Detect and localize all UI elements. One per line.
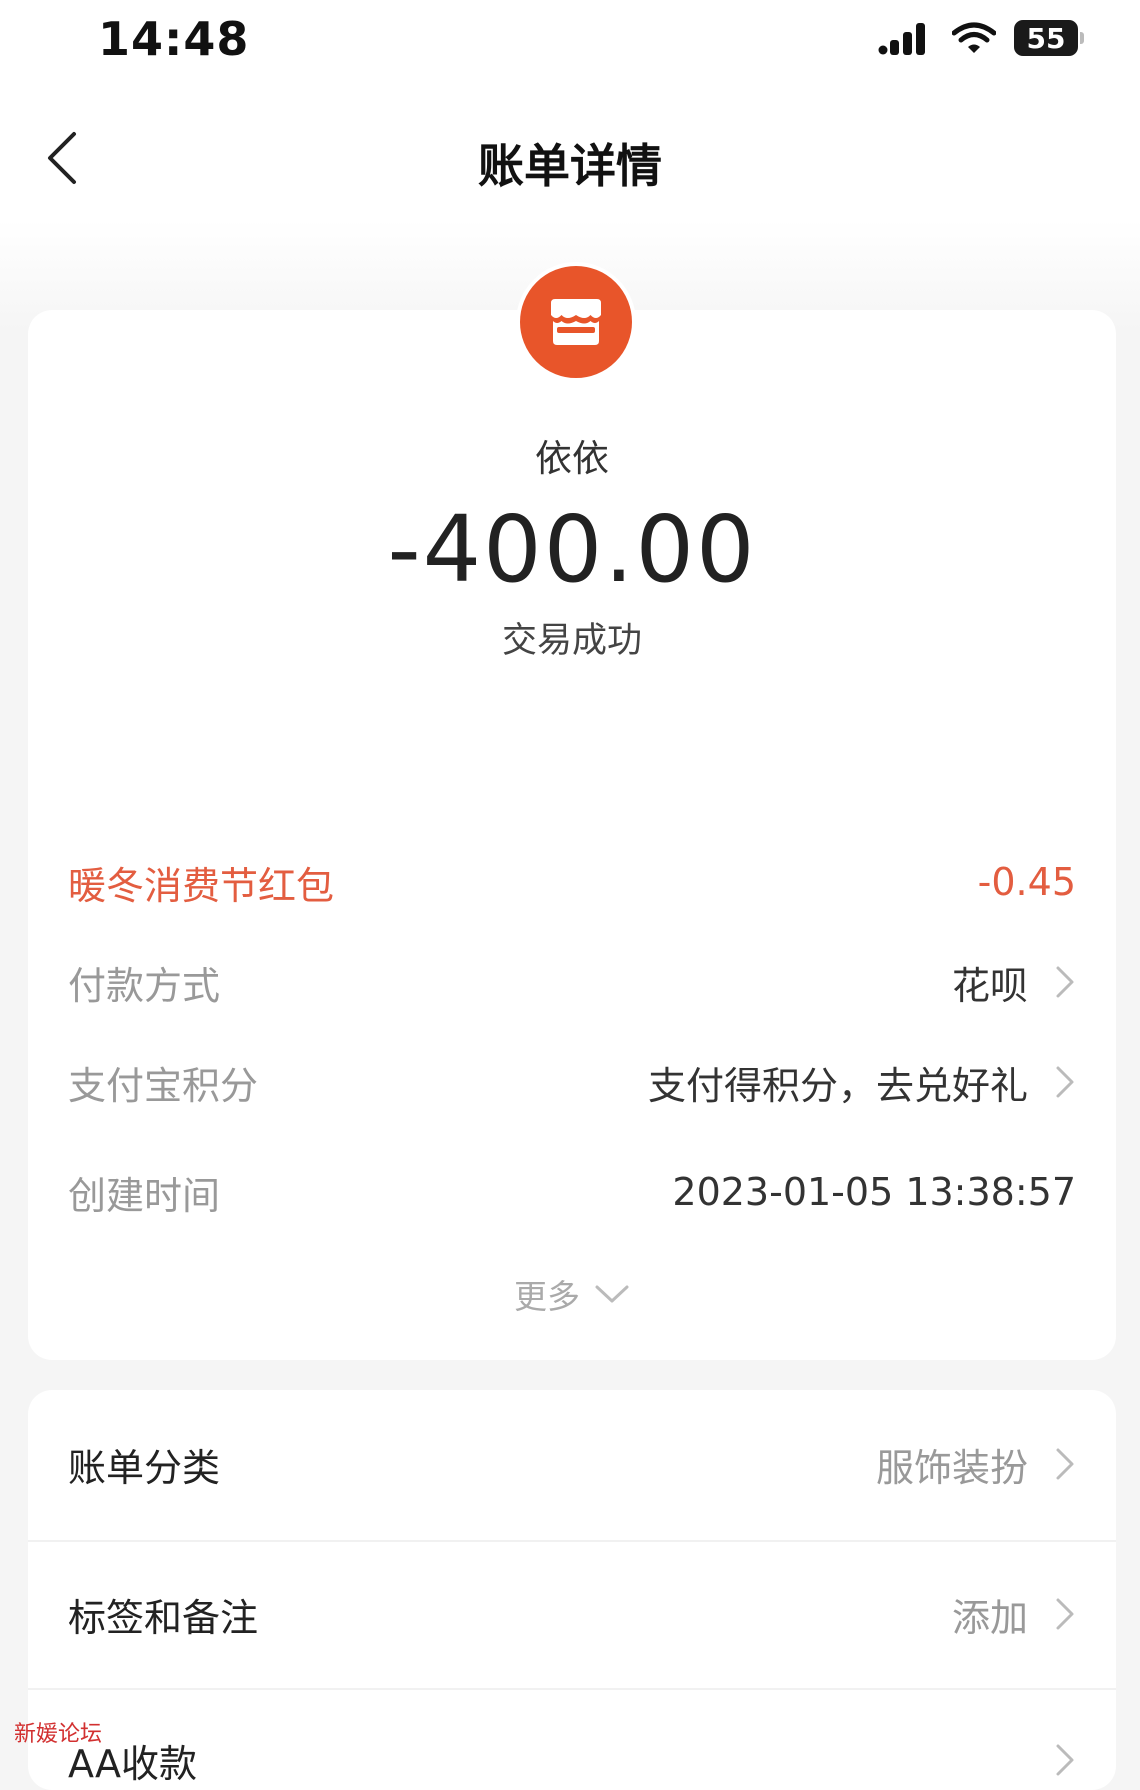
- bill-category-row[interactable]: 账单分类 服饰装扮: [68, 1434, 1076, 1494]
- store-icon: [551, 299, 601, 345]
- bill-category-text: 服饰装扮: [875, 1445, 1028, 1490]
- chevron-right-icon: [1056, 1598, 1074, 1630]
- red-packet-row: 暖冬消费节红包 -0.45: [68, 852, 1076, 912]
- red-packet-value: -0.45: [977, 860, 1076, 904]
- created-time-value: 2023-01-05 13:38:57: [672, 1170, 1076, 1214]
- payment-method-text: 花呗: [951, 963, 1028, 1008]
- tags-notes-row[interactable]: 标签和备注 添加: [68, 1584, 1076, 1644]
- payment-method-label: 付款方式: [68, 963, 221, 1008]
- more-label: 更多: [514, 1277, 580, 1316]
- watermark: 新媛论坛: [14, 1722, 103, 1747]
- red-packet-label: 暖冬消费节红包: [68, 863, 335, 908]
- divider: [28, 1540, 1116, 1542]
- bill-category-label: 账单分类: [68, 1445, 221, 1490]
- signal-icon: [878, 23, 925, 55]
- status-time: 14:48: [98, 12, 250, 66]
- bill-detail-card: 依依 -400.00 交易成功 暖冬消费节红包 -0.45 付款方式 花呗 支付…: [28, 262, 1116, 1360]
- merchant-name: 依依: [535, 437, 609, 480]
- aa-collect-value: [1028, 1742, 1076, 1778]
- bill-options-card: 账单分类 服饰装扮 标签和备注 添加 AA收款: [28, 1390, 1116, 1790]
- chevron-right-icon: [1056, 966, 1074, 998]
- page-title: 账单详情: [478, 139, 662, 193]
- status-bar: 14:48 55: [0, 0, 1140, 80]
- payment-method-row[interactable]: 付款方式 花呗: [68, 952, 1076, 1012]
- created-time-label: 创建时间: [68, 1173, 221, 1218]
- tags-notes-label: 标签和备注: [68, 1595, 259, 1640]
- wifi-icon: [952, 22, 996, 53]
- chevron-down-icon: [595, 1285, 629, 1303]
- created-time-row: 创建时间 2023-01-05 13:38:57: [68, 1162, 1076, 1222]
- tags-notes-value: 添加: [952, 1587, 1076, 1642]
- payment-method-value: 花呗: [952, 955, 1076, 1010]
- nav-bar: 账单详情: [0, 110, 1140, 210]
- status-icons: 55: [878, 20, 1084, 56]
- chevron-right-icon: [1056, 1066, 1074, 1098]
- battery-indicator: 55: [1014, 20, 1084, 56]
- aa-collect-row[interactable]: AA收款: [68, 1730, 1076, 1790]
- points-text: 支付得积分，去兑好礼: [647, 1063, 1028, 1108]
- divider: [28, 1688, 1116, 1690]
- tags-notes-text: 添加: [951, 1595, 1028, 1640]
- transaction-status: 交易成功: [501, 621, 642, 661]
- merchant-avatar: [516, 262, 636, 382]
- points-row[interactable]: 支付宝积分 支付得积分，去兑好礼: [68, 1052, 1076, 1112]
- chevron-right-icon: [1056, 1448, 1074, 1480]
- transaction-amount: -400.00: [387, 496, 757, 603]
- points-label: 支付宝积分: [68, 1063, 259, 1108]
- chevron-right-icon: [1056, 1744, 1074, 1776]
- more-toggle[interactable]: 更多: [28, 1270, 1116, 1318]
- points-value: 支付得积分，去兑好礼: [648, 1055, 1076, 1110]
- bill-category-value: 服饰装扮: [876, 1437, 1076, 1492]
